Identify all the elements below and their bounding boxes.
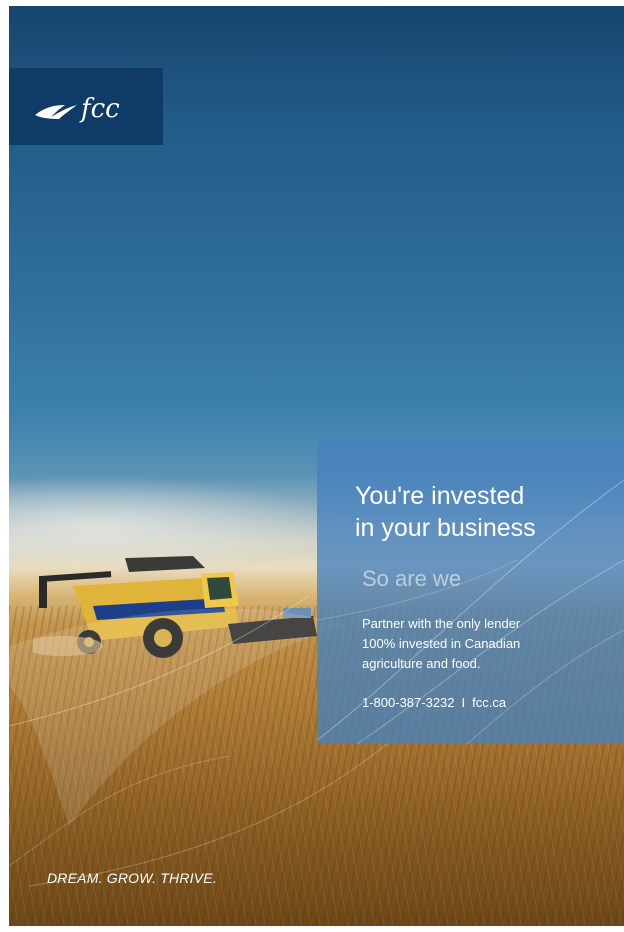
logo-text: fcc [79,94,120,124]
body-line-3: agriculture and food. [362,656,481,671]
fcc-logo-mark: fcc [35,94,120,124]
contact-line: 1-800-387-3232 Ifcc.ca [362,694,506,712]
website-link[interactable]: fcc.ca [472,695,506,710]
headline-line-2: in your business [355,514,536,542]
body-line-1: Partner with the only lender [362,616,521,631]
body-line-2: 100% invested in Canadian [362,636,521,651]
body-copy: Partner with the only lender 100% invest… [362,614,602,674]
headline: You're invested in your business [355,480,615,544]
contact-separator: I [461,695,466,710]
message-panel: You're invested in your business So are … [317,440,624,744]
fcc-logo[interactable]: fcc [9,68,163,145]
tagline: DREAM. GROW. THRIVE. [47,870,217,886]
phone-number[interactable]: 1-800-387-3232 [362,695,455,710]
ad-canvas: fcc You're invested in your business So … [9,6,624,926]
headline-line-1: You're invested [355,482,525,510]
subhead: So are we [362,566,462,591]
